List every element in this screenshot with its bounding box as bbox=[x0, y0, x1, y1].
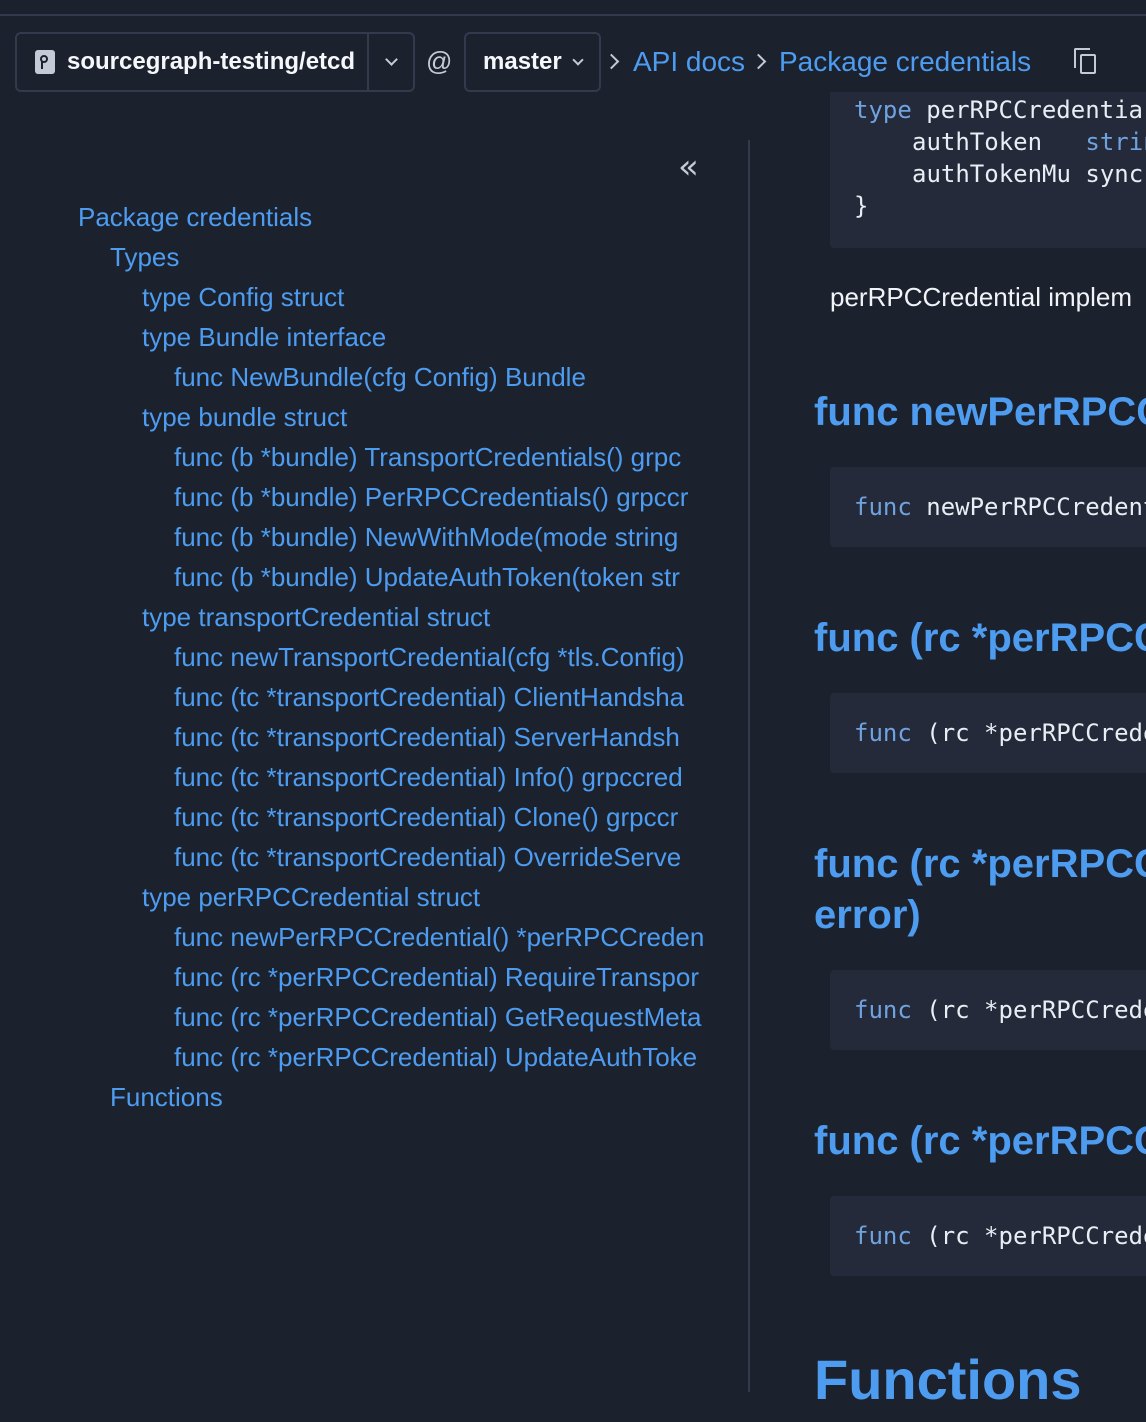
toc-item[interactable]: func (rc *perRPCCredential) GetRequestMe… bbox=[174, 997, 748, 1037]
section-heading[interactable]: func (rc *perRPCC bbox=[814, 1116, 1146, 1166]
chevron-down-icon bbox=[384, 53, 398, 66]
section-heading[interactable]: func newPerRPCC bbox=[814, 387, 1146, 437]
type-description: perRPCCredential implem bbox=[830, 282, 1132, 312]
repo-navbar: sourcegraph-testing/etcd @ master API do… bbox=[0, 32, 1146, 92]
chevron-down-icon bbox=[572, 53, 584, 66]
toc-item[interactable]: func (tc *transportCredential) ServerHan… bbox=[174, 717, 748, 757]
breadcrumb-api-docs[interactable]: API docs bbox=[633, 46, 745, 78]
breadcrumb-package-credentials[interactable]: Package credentials bbox=[779, 46, 1031, 78]
section-heading-continuation[interactable]: error) bbox=[814, 890, 921, 940]
toc-item[interactable]: func NewBundle(cfg Config) Bundle bbox=[174, 357, 748, 397]
revision-name: master bbox=[483, 48, 562, 75]
repo-dropdown-button[interactable] bbox=[367, 34, 413, 90]
signature-code-block: func (rc *perRPCCrede bbox=[830, 970, 1146, 1050]
revision-selector[interactable]: master bbox=[464, 32, 601, 92]
toc-item[interactable]: func (tc *transportCredential) OverrideS… bbox=[174, 837, 748, 877]
toc-item[interactable]: type transportCredential struct bbox=[142, 597, 748, 637]
copy-path-icon[interactable] bbox=[1074, 48, 1098, 76]
toc-item[interactable]: Functions bbox=[110, 1077, 748, 1117]
chevron-right-icon bbox=[750, 53, 767, 70]
struct-code-block: type perRPCCredentia authToken strin aut… bbox=[830, 92, 1146, 248]
repo-selector: sourcegraph-testing/etcd bbox=[15, 32, 415, 92]
toc-item[interactable]: Types bbox=[110, 237, 748, 277]
section-heading[interactable]: func (rc *perRPCC bbox=[814, 839, 1146, 889]
toc-item[interactable]: func newPerRPCCredential() *perRPCCreden bbox=[174, 917, 748, 957]
signature-code-block: func (rc *perRPCCrede bbox=[830, 1196, 1146, 1276]
toc-item[interactable]: func (b *bundle) UpdateAuthToken(token s… bbox=[174, 557, 748, 597]
toc-item[interactable]: type perRPCCredential struct bbox=[142, 877, 748, 917]
toc-item[interactable]: func (rc *perRPCCredential) UpdateAuthTo… bbox=[174, 1037, 748, 1077]
toc-item[interactable]: type bundle struct bbox=[142, 397, 748, 437]
collapse-sidebar-icon[interactable]: « bbox=[678, 150, 699, 184]
repo-name: sourcegraph-testing/etcd bbox=[67, 48, 356, 75]
toc-item[interactable]: func (tc *transportCredential) Info() gr… bbox=[174, 757, 748, 797]
toc-item[interactable]: func (tc *transportCredential) ClientHan… bbox=[174, 677, 748, 717]
signature-code-block: func newPerRPCCredent bbox=[830, 467, 1146, 547]
toc-item[interactable]: func (b *bundle) PerRPCCredentials() grp… bbox=[174, 477, 748, 517]
toc-item[interactable]: func (tc *transportCredential) Clone() g… bbox=[174, 797, 748, 837]
toc-item[interactable]: type Config struct bbox=[142, 277, 748, 317]
chevron-right-icon bbox=[603, 53, 620, 70]
repo-icon bbox=[35, 50, 55, 74]
toc-item[interactable]: func (rc *perRPCCredential) RequireTrans… bbox=[174, 957, 748, 997]
api-docs-content: type perRPCCredentia authToken strin aut… bbox=[750, 92, 1146, 1422]
toc-item[interactable]: func (b *bundle) TransportCredentials() … bbox=[174, 437, 748, 477]
top-divider bbox=[0, 14, 1146, 16]
section-heading[interactable]: func (rc *perRPCC bbox=[814, 613, 1146, 663]
api-docs-sidebar: « Package credentials Types type Config st… bbox=[0, 140, 748, 1422]
signature-code-block: func (rc *perRPCCrede bbox=[830, 693, 1146, 773]
at-separator: @ bbox=[426, 46, 453, 76]
functions-heading[interactable]: Functions bbox=[814, 1347, 1082, 1412]
toc-item[interactable]: func (b *bundle) NewWithMode(mode string bbox=[174, 517, 748, 557]
toc-item[interactable]: func newTransportCredential(cfg *tls.Con… bbox=[174, 637, 748, 677]
toc-item[interactable]: Package credentials bbox=[78, 197, 748, 237]
repo-link[interactable]: sourcegraph-testing/etcd bbox=[17, 34, 367, 90]
toc-item[interactable]: type Bundle interface bbox=[142, 317, 748, 357]
